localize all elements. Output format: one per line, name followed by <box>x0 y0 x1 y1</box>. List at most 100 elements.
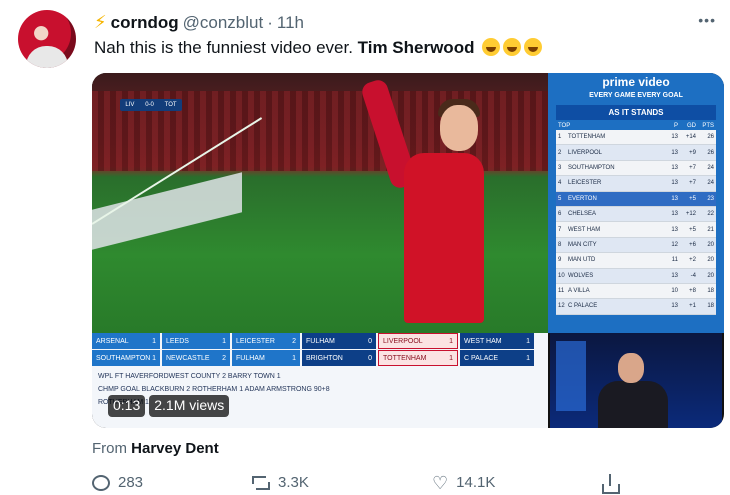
ticker-cell: LEICESTER 2 <box>232 333 300 349</box>
cell-pts: 20 <box>707 257 714 264</box>
cell-pts: 21 <box>707 226 714 233</box>
ticker-team: LEEDS <box>166 337 189 345</box>
table-row: 7 WEST HAM 13 +5 21 <box>556 222 716 238</box>
table-row: 8 MAN CITY 12 +6 20 <box>556 237 716 254</box>
cell-p: 11 <box>671 257 678 264</box>
ticker-cell: C PALACE 1 <box>460 350 534 366</box>
ticker-cell: SOUTHAMPTON 1 <box>92 350 160 366</box>
cell-gd: +12 <box>685 211 696 218</box>
cell-p: 13 <box>671 195 678 202</box>
heart-icon: ♡ <box>432 472 449 493</box>
retweet-icon <box>252 475 270 491</box>
ticker-cell: LEEDS 1 <box>162 333 230 349</box>
ticker-score: 2 <box>222 354 226 362</box>
ticker-team: NEWCASTLE <box>166 354 210 362</box>
scorebug-home: LIV <box>125 102 135 108</box>
retweet-count: 3.3K <box>278 474 309 491</box>
more-options-icon[interactable]: ••• <box>698 12 716 28</box>
cell-pts: 18 <box>707 288 714 295</box>
timestamp[interactable]: 11h <box>277 13 304 33</box>
cell-team: WEST HAM <box>568 226 601 233</box>
cell-gd: +9 <box>689 149 696 156</box>
cell-team: A VILLA <box>568 288 590 295</box>
cell-team: TOTTENHAM <box>568 134 606 141</box>
cell-pos: 9 <box>558 257 562 264</box>
cell-gd: +8 <box>689 288 696 295</box>
user-handle[interactable]: @conzblut <box>183 13 264 33</box>
cell-p: 13 <box>671 272 678 279</box>
ticker-cell: TOTTENHAM 1 <box>378 350 458 366</box>
cell-pos: 6 <box>558 211 562 218</box>
ticker-score: 0 <box>368 354 372 362</box>
panel-brand: prime video <box>602 75 670 89</box>
table-row: 1 TOTTENHAM 13 +14 26 <box>556 130 716 146</box>
ticker-cell: WEST HAM 1 <box>460 333 534 349</box>
ticker-score: 1 <box>222 337 226 345</box>
lightning-icon: ⚡ <box>94 12 107 32</box>
ticker-cell: FULHAM 1 <box>232 350 300 366</box>
cell-p: 13 <box>671 134 678 141</box>
share-button[interactable] <box>602 473 620 494</box>
cell-gd: +2 <box>689 257 696 264</box>
league-table-panel: prime video EVERY GAME EVERY GOAL AS IT … <box>548 73 724 333</box>
cell-team: CHELSEA <box>568 211 597 218</box>
attribution-source[interactable]: Harvey Dent <box>131 440 219 457</box>
ticker-cell: BRIGHTON 0 <box>302 350 376 366</box>
table-row: 9 MAN UTD 11 +2 20 <box>556 253 716 269</box>
cell-gd: +5 <box>689 195 696 202</box>
table-row: 12 C PALACE 13 +1 18 <box>556 299 716 315</box>
cell-pos: 7 <box>558 226 562 233</box>
cell-gd: -4 <box>690 272 696 279</box>
cell-pos: 8 <box>558 241 562 248</box>
scorebug-score: 0-0 <box>145 102 154 108</box>
ticker-score: 1 <box>292 354 296 362</box>
cell-team: MAN CITY <box>568 241 597 248</box>
table-columns: TOP P GD PTS <box>556 122 716 130</box>
tweet-actions: 283 3.3K ♡ 14.1K <box>92 472 692 494</box>
reply-button[interactable]: 283 <box>92 474 252 491</box>
ticker-team: WEST HAM <box>464 337 502 345</box>
ticker-team: LIVERPOOL <box>383 337 423 345</box>
ticker-score: 1 <box>526 354 530 362</box>
avatar[interactable] <box>18 10 76 68</box>
cell-team: EVERTON <box>568 195 597 202</box>
studio-inset <box>550 333 722 428</box>
cell-team: WOLVES <box>568 272 594 279</box>
scorebug-away: TOT <box>164 102 177 108</box>
video-player[interactable]: LIV 0-0 TOT prime video EVERY GAME EVERY… <box>92 73 724 428</box>
cell-p: 13 <box>671 180 678 187</box>
ticker-team: TOTTENHAM <box>383 354 427 362</box>
ticker-team: FULHAM <box>236 354 265 362</box>
display-name[interactable]: corndog <box>111 13 179 33</box>
col-top: TOP <box>558 123 571 129</box>
ticker-team: BRIGHTON <box>306 354 343 362</box>
cell-pos: 3 <box>558 164 562 171</box>
cell-p: 13 <box>671 226 678 233</box>
ticker-team: C PALACE <box>464 354 499 362</box>
cell-gd: +14 <box>685 134 696 141</box>
cell-pts: 26 <box>707 134 714 141</box>
cell-pos: 5 <box>558 195 562 202</box>
cell-p: 13 <box>671 164 678 171</box>
cell-p: 12 <box>671 241 678 248</box>
laughing-emoji-icon <box>482 38 501 56</box>
ticker-score: 1 <box>449 354 453 362</box>
retweet-button[interactable]: 3.3K <box>252 474 432 491</box>
reply-icon <box>92 474 110 491</box>
ticker-score: 1 <box>449 337 453 345</box>
cell-team: LIVERPOOL <box>568 149 603 156</box>
ticker-team: ARSENAL <box>96 337 129 345</box>
col-gd: GD <box>687 123 696 129</box>
laughing-emoji-icon <box>524 38 543 56</box>
tweet-text: Nah this is the funniest video ever. Tim… <box>94 38 543 58</box>
cell-p: 13 <box>671 303 678 310</box>
player-figure <box>359 77 494 333</box>
like-button[interactable]: ♡ 14.1K <box>432 472 602 493</box>
cell-team: MAN UTD <box>568 257 596 264</box>
table-row: 2 LIVERPOOL 13 +9 26 <box>556 145 716 161</box>
cell-p: 13 <box>671 149 678 156</box>
attribution-label: From <box>92 440 132 457</box>
reply-count: 283 <box>118 474 144 491</box>
cell-pos: 11 <box>558 288 565 295</box>
table-row: 3 SOUTHAMPTON 13 +7 24 <box>556 161 716 177</box>
